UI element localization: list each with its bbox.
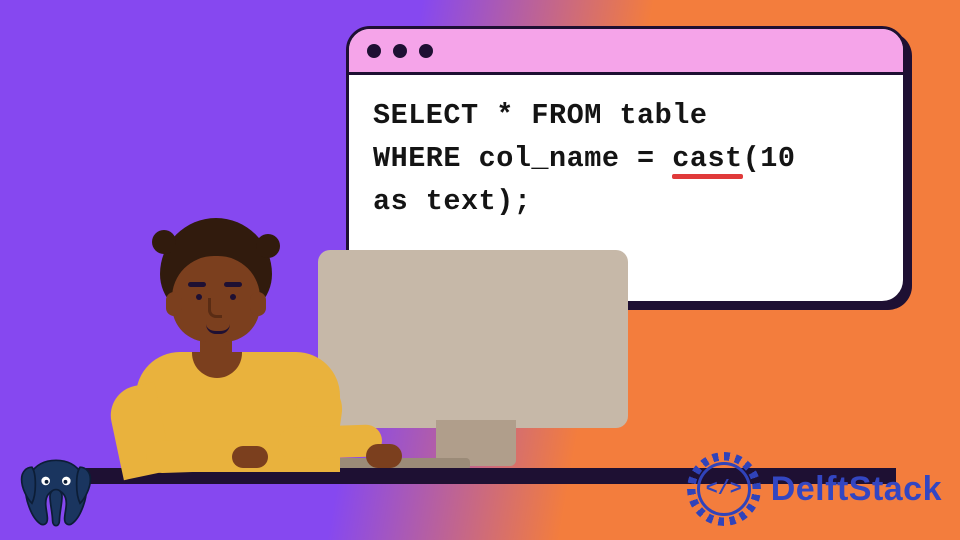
- delftstack-mark-text: </>: [706, 478, 742, 501]
- person-nose: [208, 298, 222, 318]
- window-dot-icon: [419, 44, 433, 58]
- person-forearm-left: [145, 438, 238, 473]
- code-content: SELECT * FROM table WHERE col_name = cas…: [349, 75, 903, 243]
- code-line: as text);: [373, 185, 531, 218]
- postgresql-icon: [10, 450, 102, 536]
- person-eye-left: [196, 294, 202, 300]
- monitor-back: [318, 250, 628, 428]
- window-dot-icon: [367, 44, 381, 58]
- delftstack-mark-icon: </>: [687, 452, 761, 526]
- stage: SELECT * FROM table WHERE col_name = cas…: [0, 0, 960, 540]
- person-eye-right: [230, 294, 236, 300]
- code-cast-keyword: cast: [672, 142, 742, 175]
- window-dot-icon: [393, 44, 407, 58]
- person-hand-left: [232, 446, 268, 468]
- delftstack-logo: </> DelftStack: [687, 452, 942, 526]
- person-brow-right: [224, 282, 242, 287]
- delftstack-wordmark: DelftStack: [771, 470, 942, 509]
- window-titlebar: [349, 29, 903, 75]
- person-brow-left: [188, 282, 206, 287]
- code-line: WHERE col_name =: [373, 142, 672, 175]
- code-line: SELECT * FROM table: [373, 99, 707, 132]
- person-hand-right: [366, 444, 402, 468]
- person-ear-right: [250, 292, 266, 316]
- code-line: (10: [743, 142, 796, 175]
- person-ear-left: [166, 292, 182, 316]
